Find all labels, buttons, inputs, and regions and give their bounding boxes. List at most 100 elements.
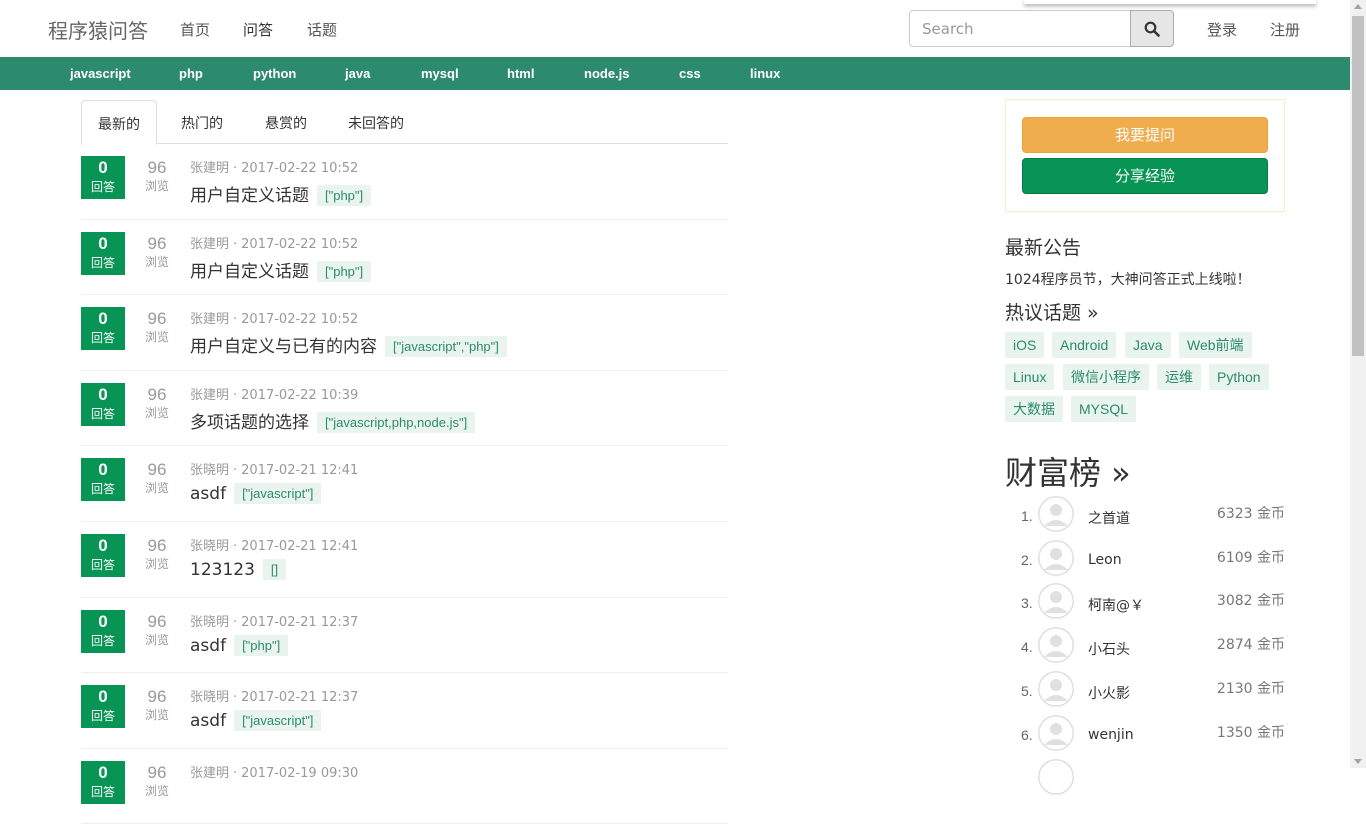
- answer-label: 回答: [90, 557, 115, 572]
- hot-topic-ios[interactable]: iOS: [1005, 332, 1045, 358]
- question-title[interactable]: 123123: [190, 560, 255, 580]
- question-title[interactable]: 用户自定义话题: [190, 186, 309, 206]
- hot-topic-ops[interactable]: 运维: [1157, 364, 1201, 390]
- answer-label: 回答: [90, 709, 115, 724]
- avatar[interactable]: [1038, 496, 1074, 532]
- avatar[interactable]: [1038, 627, 1074, 663]
- view-number: 96: [147, 611, 167, 631]
- question-title[interactable]: 用户自定义与已有的内容: [190, 337, 377, 357]
- question-author[interactable]: 张晓明: [190, 463, 229, 478]
- view-number: 96: [147, 384, 167, 404]
- question-tag[interactable]: ["php"]: [234, 634, 289, 656]
- question-tag[interactable]: ["javascript","php"]: [385, 336, 507, 358]
- hot-topics-title[interactable]: 热议话题 »: [1005, 298, 1099, 325]
- nav-questions[interactable]: 问答: [243, 19, 273, 40]
- rank-user-name[interactable]: 小石头: [1088, 639, 1130, 659]
- nav-home[interactable]: 首页: [180, 19, 210, 40]
- question-author[interactable]: 张建明: [190, 161, 229, 176]
- question-author[interactable]: 张建明: [190, 766, 229, 781]
- avatar[interactable]: [1038, 759, 1074, 795]
- question-row: 0 回答 96 浏览 张晓明 · 2017-02-21 12:37 asdf ["java…: [81, 673, 728, 749]
- rank-number: 3.: [1021, 595, 1033, 611]
- question-tag[interactable]: ["php"]: [317, 260, 372, 282]
- question-title[interactable]: asdf: [190, 484, 226, 504]
- notice-text[interactable]: 1024程序员节，大神问答正式上线啦！: [1005, 269, 1251, 289]
- hot-topic-android[interactable]: Android: [1052, 332, 1117, 358]
- topic-link-nodejs[interactable]: node.js: [584, 66, 630, 81]
- question-author[interactable]: 张晓明: [190, 615, 229, 630]
- question-title-line: 123123 []: [190, 558, 287, 580]
- question-title[interactable]: asdf: [190, 711, 226, 731]
- rank-user-name[interactable]: Leon: [1088, 552, 1122, 568]
- question-time: 2017-02-22 10:52: [241, 161, 359, 176]
- scroll-down-arrow-icon[interactable]: [1354, 759, 1362, 764]
- topic-link-python[interactable]: python: [253, 66, 296, 81]
- hot-topic-python[interactable]: Python: [1209, 364, 1269, 390]
- question-title[interactable]: 多项话题的选择: [190, 413, 309, 433]
- avatar[interactable]: [1038, 671, 1074, 707]
- scroll-up-arrow-icon[interactable]: [1354, 4, 1362, 9]
- hot-topic-java[interactable]: Java: [1125, 332, 1171, 358]
- nav-topics[interactable]: 话题: [307, 19, 337, 40]
- tab-latest[interactable]: 最新的: [81, 100, 157, 145]
- question-title[interactable]: 用户自定义话题: [190, 262, 309, 282]
- hot-topic-linux[interactable]: Linux: [1005, 364, 1055, 390]
- search-input[interactable]: [909, 10, 1131, 47]
- question-tag[interactable]: ["javascript"]: [234, 483, 322, 505]
- view-number: 96: [147, 460, 167, 480]
- answer-count-badge: 0 回答: [81, 307, 125, 351]
- question-tag[interactable]: ["php"]: [317, 185, 372, 206]
- question-tag[interactable]: ["javascript"]: [234, 710, 322, 732]
- topic-link-mysql[interactable]: mysql: [421, 66, 459, 81]
- rank-user-name[interactable]: 柯南@￥: [1088, 595, 1144, 615]
- question-title[interactable]: asdf: [190, 636, 226, 656]
- page-scrollbar[interactable]: [1350, 0, 1366, 768]
- tab-unanswered[interactable]: 未回答的: [332, 100, 420, 144]
- share-experience-button[interactable]: 分享经验: [1022, 158, 1268, 194]
- view-label: 浏览: [144, 708, 169, 723]
- topic-link-html[interactable]: html: [507, 66, 534, 81]
- question-tag[interactable]: ["javascript,php,node.js"]: [317, 411, 476, 433]
- view-number: 96: [147, 158, 167, 177]
- site-brand[interactable]: 程序猿问答: [48, 15, 148, 44]
- topic-link-css[interactable]: css: [679, 66, 701, 81]
- search-button[interactable]: [1130, 10, 1174, 47]
- login-link[interactable]: 登录: [1207, 19, 1237, 40]
- question-author[interactable]: 张建明: [190, 388, 229, 403]
- rank-gold: 2874 金币: [1216, 637, 1285, 653]
- topic-link-javascript[interactable]: javascript: [70, 66, 131, 81]
- register-link[interactable]: 注册: [1270, 19, 1300, 40]
- question-tag[interactable]: []: [262, 558, 287, 580]
- topic-link-java[interactable]: java: [345, 66, 370, 81]
- question-title-line: asdf ["javascript"]: [190, 483, 322, 505]
- hot-topic-web[interactable]: Web前端: [1179, 332, 1252, 358]
- question-meta: 张晓明 · 2017-02-21 12:41: [190, 463, 359, 479]
- user-avatar-icon: [1038, 759, 1074, 795]
- tab-hot[interactable]: 热门的: [165, 100, 239, 144]
- hot-topic-bigdata[interactable]: 大数据: [1005, 396, 1063, 422]
- hot-topic-miniprogram[interactable]: 微信小程序: [1063, 364, 1149, 390]
- ask-question-button[interactable]: 我要提问: [1022, 117, 1268, 153]
- search-icon: [1144, 21, 1160, 37]
- scroll-thumb[interactable]: [1352, 16, 1364, 356]
- rank-user-name[interactable]: 小火影: [1088, 683, 1130, 703]
- avatar[interactable]: [1038, 715, 1074, 751]
- avatar[interactable]: [1038, 583, 1074, 619]
- question-author[interactable]: 张晓明: [190, 690, 229, 705]
- rank-user-name[interactable]: 之首道: [1088, 508, 1130, 528]
- question-author[interactable]: 张建明: [190, 312, 229, 327]
- rich-list-title[interactable]: 财富榜 »: [1005, 448, 1131, 494]
- rich-list-item: 5. 小火影 2130 金币: [1005, 671, 1285, 711]
- question-author[interactable]: 张晓明: [190, 539, 229, 554]
- view-number: 96: [147, 687, 167, 707]
- tab-bounty[interactable]: 悬赏的: [249, 100, 323, 144]
- rank-user-name[interactable]: wenjin: [1088, 727, 1134, 743]
- topic-link-linux[interactable]: linux: [750, 66, 780, 81]
- question-author[interactable]: 张建明: [190, 237, 229, 252]
- avatar[interactable]: [1038, 540, 1074, 576]
- answer-count-badge: 0 回答: [81, 231, 125, 275]
- topic-link-php[interactable]: php: [179, 66, 203, 81]
- question-row: 0 回答 96 浏览 张建明 · 2017-02-22 10:39 多项话题的选择 ["j…: [81, 371, 728, 447]
- question-row: 0 回答 96 浏览 张建明 · 2017-02-22 10:52 用户自定义话题 ["p…: [81, 144, 728, 220]
- hot-topic-mysql[interactable]: MYSQL: [1071, 396, 1137, 422]
